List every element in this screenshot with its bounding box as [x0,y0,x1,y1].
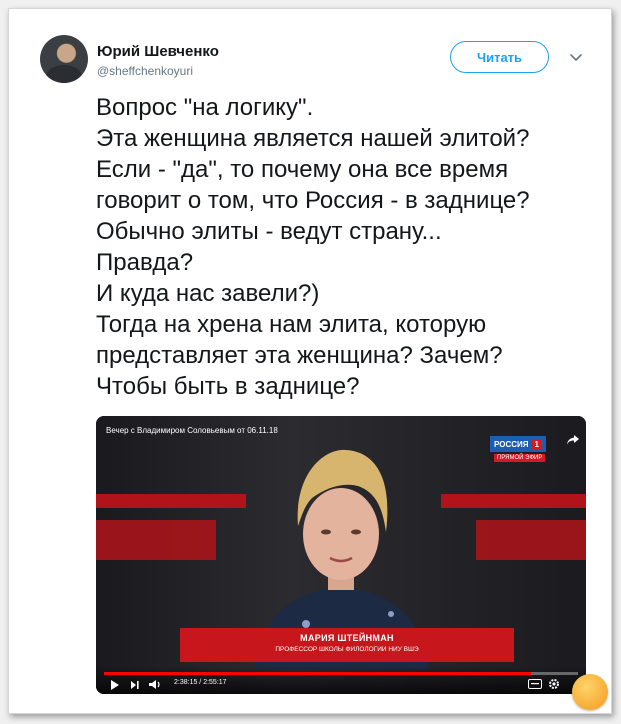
share-icon[interactable] [566,434,580,446]
avatar[interactable] [40,35,88,83]
channel-number: 1 [531,439,542,449]
live-badge: ПРЯМОЙ ЭФИР [494,454,546,462]
tweet-line: Вопрос "на логику". [96,94,314,121]
tweet-card: Юрий Шевченко @sheffchenkoyuri Читать Во… [8,8,612,714]
tweet-line: говорит о том, что Россия - в заднице? [96,187,530,214]
chevron-down-icon[interactable] [568,49,584,65]
follow-button[interactable]: Читать [450,41,549,73]
watermark-logo [572,674,608,710]
next-icon[interactable] [130,680,140,690]
caption-role: ПРОФЕССОР ШКОЛЫ ФИЛОЛОГИИ НИУ ВШЭ [275,646,419,653]
avatar-figure [46,65,82,83]
caption-name: МАРИЯ ШТЕЙНМАН [300,633,394,643]
channel-logo: РОССИЯ 1 [490,436,546,452]
name-caption: МАРИЯ ШТЕЙНМАН ПРОФЕССОР ШКОЛЫ ФИЛОЛОГИИ… [180,628,514,662]
tweet-line: Чтобы быть в заднице? [96,373,360,400]
settings-gear-icon[interactable] [548,678,560,690]
studio-stripe [96,494,246,508]
studio-stripe [441,494,586,508]
progress-bar[interactable] [104,672,578,675]
play-icon[interactable] [110,680,120,690]
tweet-line: Тогда на хрена нам элита, которую [96,311,487,338]
time-display: 2:38:15 / 2:55:17 [174,679,227,686]
channel-name: РОССИЯ [494,439,529,449]
player-controls: 2:38:15 / 2:55:17 [96,666,586,694]
tweet-line: представляет эта женщина? Зачем? [96,342,503,369]
tweet-line: Правда? [96,249,194,276]
author-name[interactable]: Юрий Шевченко [97,43,219,60]
studio-stripe [476,520,586,560]
tweet-text: Вопрос "на логику". Эта женщина является… [96,92,596,402]
tweet-line: Если - "да", то почему она все время [96,156,509,183]
tweet-line: Эта женщина является нашей элитой? [96,125,530,152]
progress-fill [104,672,531,675]
studio-stripe [96,520,216,560]
author-handle[interactable]: @sheffchenkoyuri [97,64,193,78]
video-player[interactable]: Вечер с Владимиром Соловьевым от 06.11.1… [96,416,586,694]
volume-icon[interactable] [148,679,162,690]
subtitles-icon[interactable] [528,679,542,689]
tweet-line: И куда нас завели?) [96,280,320,307]
tweet-line: Обычно элиты - ведут страну... [96,218,442,245]
